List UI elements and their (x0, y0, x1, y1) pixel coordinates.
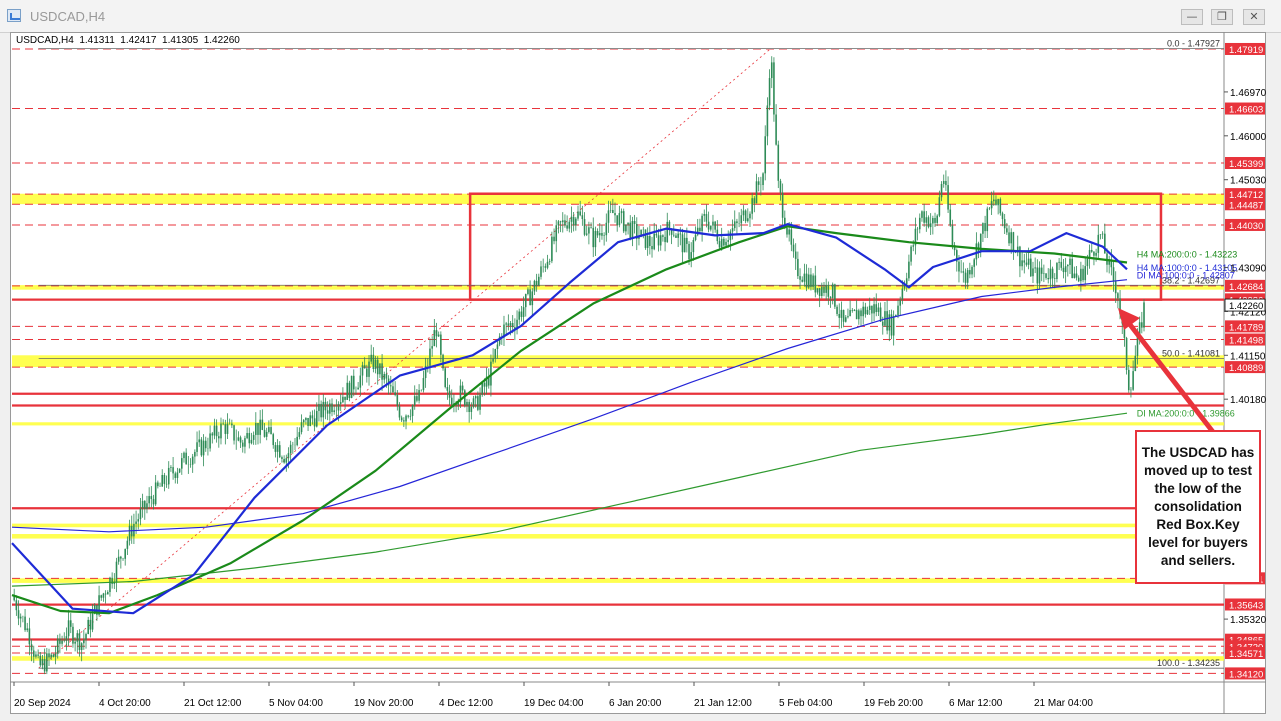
price-level-label: 1.34120 (1229, 669, 1263, 680)
price-level-label: 1.40889 (1229, 363, 1263, 374)
price-level-label: 1.45399 (1229, 159, 1263, 170)
support-resistance-band (12, 534, 1224, 539)
fibonacci-label: 100.0 - 1.34235 (1157, 658, 1220, 668)
x-tick-label: 5 Feb 04:00 (779, 698, 833, 709)
window-titlebar: USDCAD,H4 — ❐ ✕ (0, 0, 1281, 33)
y-tick-label: 1.43090 (1230, 263, 1266, 274)
price-level-label: 1.35643 (1229, 600, 1263, 611)
y-tick-label: 1.40180 (1230, 395, 1266, 406)
price-level-label: 1.41789 (1229, 322, 1263, 333)
y-tick-label: 1.35320 (1230, 615, 1266, 626)
y-tick-label: 1.46970 (1230, 88, 1266, 99)
minimize-button[interactable]: — (1181, 9, 1203, 25)
price-level-label: 1.46603 (1229, 105, 1263, 116)
x-tick-label: 19 Dec 04:00 (524, 698, 584, 709)
x-tick-label: 6 Jan 20:00 (609, 698, 662, 709)
support-resistance-band (12, 355, 1224, 368)
y-tick-label: 1.46000 (1230, 132, 1266, 143)
close-button[interactable]: ✕ (1243, 9, 1265, 25)
ma-label: DI MA:100:0:0 - 1.42807 (1137, 270, 1235, 280)
price-level-label: 1.44487 (1229, 200, 1263, 211)
x-tick-label: 19 Feb 20:00 (864, 698, 923, 709)
y-tick-label: 1.41150 (1230, 351, 1266, 362)
daily-ma-200-line (11, 412, 1128, 587)
fibonacci-label: 50.0 - 1.41081 (1162, 348, 1220, 358)
restore-button[interactable]: ❐ (1211, 9, 1233, 25)
x-tick-label: 21 Mar 04:00 (1034, 698, 1093, 709)
x-tick-label: 21 Oct 12:00 (184, 698, 242, 709)
price-level-label: 1.34571 (1229, 649, 1263, 660)
annotation-text: The USDCAD has moved up to test the low … (1141, 445, 1255, 568)
x-tick-label: 5 Nov 04:00 (269, 698, 323, 709)
x-tick-label: 6 Mar 12:00 (949, 698, 1003, 709)
price-level-label: 1.44030 (1229, 221, 1263, 232)
x-tick-label: 4 Oct 20:00 (99, 698, 151, 709)
window-title: USDCAD,H4 (30, 9, 106, 24)
support-resistance-band (12, 523, 1224, 528)
annotation-callout: The USDCAD has moved up to test the low … (1135, 430, 1261, 584)
h4-ma-100-line (11, 223, 1128, 615)
x-tick-label: 4 Dec 12:00 (439, 698, 493, 709)
x-tick-label: 21 Jan 12:00 (694, 698, 752, 709)
support-resistance-band (12, 193, 1224, 205)
ma-label: H4 MA:200:0:0 - 1.43223 (1137, 249, 1238, 259)
x-tick-label: 20 Sep 2024 (14, 698, 71, 709)
fibonacci-label: 0.0 - 1.47927 (1167, 39, 1220, 49)
x-tick-label: 19 Nov 20:00 (354, 698, 414, 709)
symbol-info: USDCAD,H4 1.41311 1.42417 1.41305 1.4226… (16, 35, 240, 46)
ma-label: DI MA:200:0:0 - 1.39866 (1137, 408, 1235, 418)
price-level-label: 1.47919 (1229, 45, 1263, 56)
y-tick-label: 1.45030 (1230, 176, 1266, 187)
price-chart[interactable]: 0.0 - 1.4792738.2 - 1.4269750.0 - 1.4108… (10, 32, 1266, 714)
price-level-label: 1.42684 (1229, 282, 1263, 293)
price-level-label: 1.41498 (1229, 336, 1263, 347)
chart-window-icon (7, 9, 21, 22)
current-price-label: 1.42260 (1229, 301, 1263, 312)
support-resistance-band (12, 656, 1224, 661)
